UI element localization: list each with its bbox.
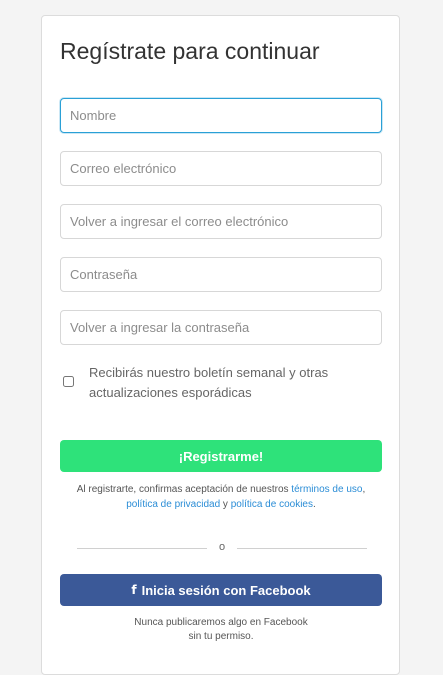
facebook-f-icon: f	[131, 583, 137, 597]
divider-label: o	[218, 541, 226, 553]
facebook-login-label: Inicia sesión con Facebook	[141, 582, 311, 598]
privacy-policy-link[interactable]: política de privacidad	[126, 499, 220, 510]
terms-period: .	[313, 499, 316, 510]
facebook-login-button[interactable]: f Inicia sesión con Facebook	[60, 574, 382, 606]
terms-and: y	[220, 499, 231, 510]
facebook-note-line2: sin tu permiso.	[188, 631, 254, 642]
email-field[interactable]	[60, 151, 382, 186]
name-field[interactable]	[60, 98, 382, 133]
terms-of-use-link[interactable]: términos de uso	[291, 484, 362, 495]
confirm-email-field[interactable]	[60, 204, 382, 239]
newsletter-checkbox[interactable]	[63, 376, 74, 387]
facebook-note-line1: Nunca publicaremos algo en Facebook	[134, 617, 308, 628]
terms-prefix: Al registrarte, confirmas aceptación de …	[76, 484, 292, 495]
signup-card: Regístrate para continuar Recibirás nues…	[41, 15, 400, 675]
register-button[interactable]: ¡Registrarme!	[60, 440, 382, 472]
facebook-privacy-note: Nunca publicaremos algo en Facebook sin …	[52, 616, 390, 644]
terms-notice: Al registrarte, confirmas aceptación de …	[52, 482, 390, 512]
newsletter-label[interactable]: Recibirás nuestro boletín semanal y otra…	[89, 363, 349, 403]
password-field[interactable]	[60, 257, 382, 292]
or-divider: o	[77, 541, 367, 555]
page-title: Regístrate para continuar	[60, 38, 320, 64]
divider-line-right	[237, 548, 367, 549]
confirm-password-field[interactable]	[60, 310, 382, 345]
terms-comma: ,	[362, 484, 366, 495]
cookie-policy-link[interactable]: política de cookies	[231, 499, 313, 510]
